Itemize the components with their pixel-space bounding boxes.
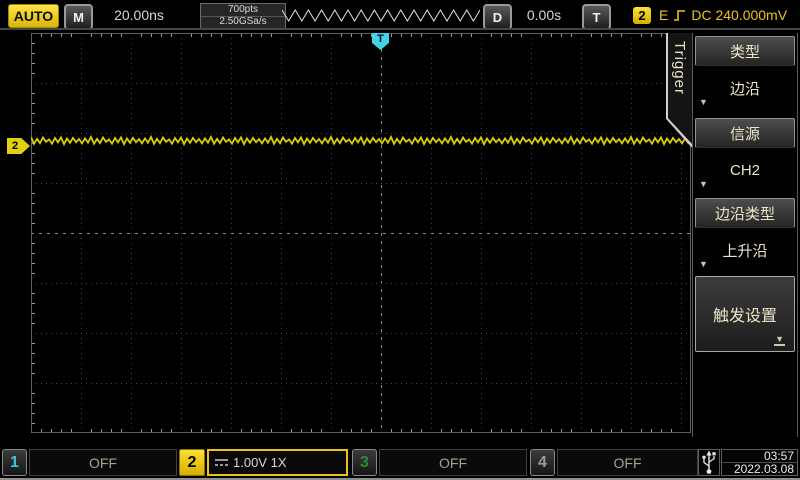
menu-value-ch2-label: CH2: [730, 162, 760, 179]
channel2-button[interactable]: 2: [179, 449, 205, 476]
trigger-mode: E: [659, 7, 668, 23]
channel1-button[interactable]: 1: [2, 449, 27, 476]
graticule-grid: [31, 33, 691, 433]
menu-value-rising-edge-label: 上升沿: [722, 240, 767, 261]
trigger-info: E DC 240.000mV: [659, 6, 787, 24]
chevron-down-more-icon: ▼: [774, 335, 785, 346]
menu-item-edge-type[interactable]: 边沿类型: [695, 198, 795, 228]
waveform-display: T 2 Trigger 类型 边沿 ▼ 信源 CH2 ▼ 边沿类型 上升沿 ▼: [0, 30, 800, 445]
menu-value-edge[interactable]: 边沿 ▼: [695, 66, 795, 110]
channel1-status[interactable]: OFF: [29, 449, 177, 476]
channel2-scale: 1.00V 1X: [233, 455, 287, 470]
clock: 03:57 2022.03.08: [721, 449, 798, 476]
menu-trigger-settings-label: 触发设置: [713, 302, 777, 326]
menu-item-trigger-settings[interactable]: 触发设置 ▼: [695, 276, 795, 352]
timebase-m-button[interactable]: M: [64, 4, 93, 30]
rising-edge-icon: [673, 8, 686, 23]
channel2-status[interactable]: 1.00V 1X: [207, 449, 348, 476]
menu-value-ch2[interactable]: CH2 ▼: [695, 148, 795, 192]
trigger-source-badge: 2: [633, 7, 651, 24]
sample-rate: 2.50GSa/s: [201, 17, 285, 29]
trigger-tab-label: Trigger: [671, 41, 688, 95]
bottom-status-bar: 1 OFF 2 1.00V 1X 3 OFF 4 OFF: [0, 446, 800, 478]
channel3-button[interactable]: 3: [352, 449, 377, 476]
menu-value-edge-label: 边沿: [730, 78, 760, 99]
channel4-status[interactable]: OFF: [557, 449, 698, 476]
chevron-down-icon: ▼: [699, 97, 708, 107]
delay-d-button[interactable]: D: [483, 4, 512, 30]
soft-menu-panel: 类型 边沿 ▼ 信源 CH2 ▼ 边沿类型 上升沿 ▼ 触发设置 ▼: [692, 33, 798, 437]
acquisition-info-box: 700pts 2.50GSa/s: [200, 3, 286, 29]
chevron-down-icon: ▼: [699, 179, 708, 189]
delay-value: 0.00s: [515, 7, 573, 23]
trigger-detail: DC 240.000mV: [691, 7, 787, 23]
trigger-t-button[interactable]: T: [582, 4, 611, 30]
top-status-bar: AUTO M 20.00ns 700pts 2.50GSa/s D 0.00s …: [0, 0, 800, 28]
menu-value-rising-edge[interactable]: 上升沿 ▼: [695, 228, 795, 272]
date-value: 2022.03.08: [722, 463, 797, 475]
channel2-level-marker[interactable]: 2: [7, 138, 30, 154]
waveform-preview-icon: [282, 4, 480, 26]
timebase-value: 20.00ns: [103, 7, 175, 23]
channel4-button[interactable]: 4: [530, 449, 555, 476]
usb-icon: [701, 450, 717, 475]
channel3-status[interactable]: OFF: [379, 449, 527, 476]
menu-item-source[interactable]: 信源: [695, 118, 795, 148]
memory-depth: 700pts: [201, 4, 285, 17]
oscilloscope-screen: AUTO M 20.00ns 700pts 2.50GSa/s D 0.00s …: [0, 0, 800, 480]
usb-indicator: [698, 449, 720, 476]
dc-coupling-icon: [214, 457, 229, 468]
menu-item-type[interactable]: 类型: [695, 36, 795, 66]
acquisition-mode-button[interactable]: AUTO: [8, 4, 59, 28]
chevron-down-icon: ▼: [699, 259, 708, 269]
